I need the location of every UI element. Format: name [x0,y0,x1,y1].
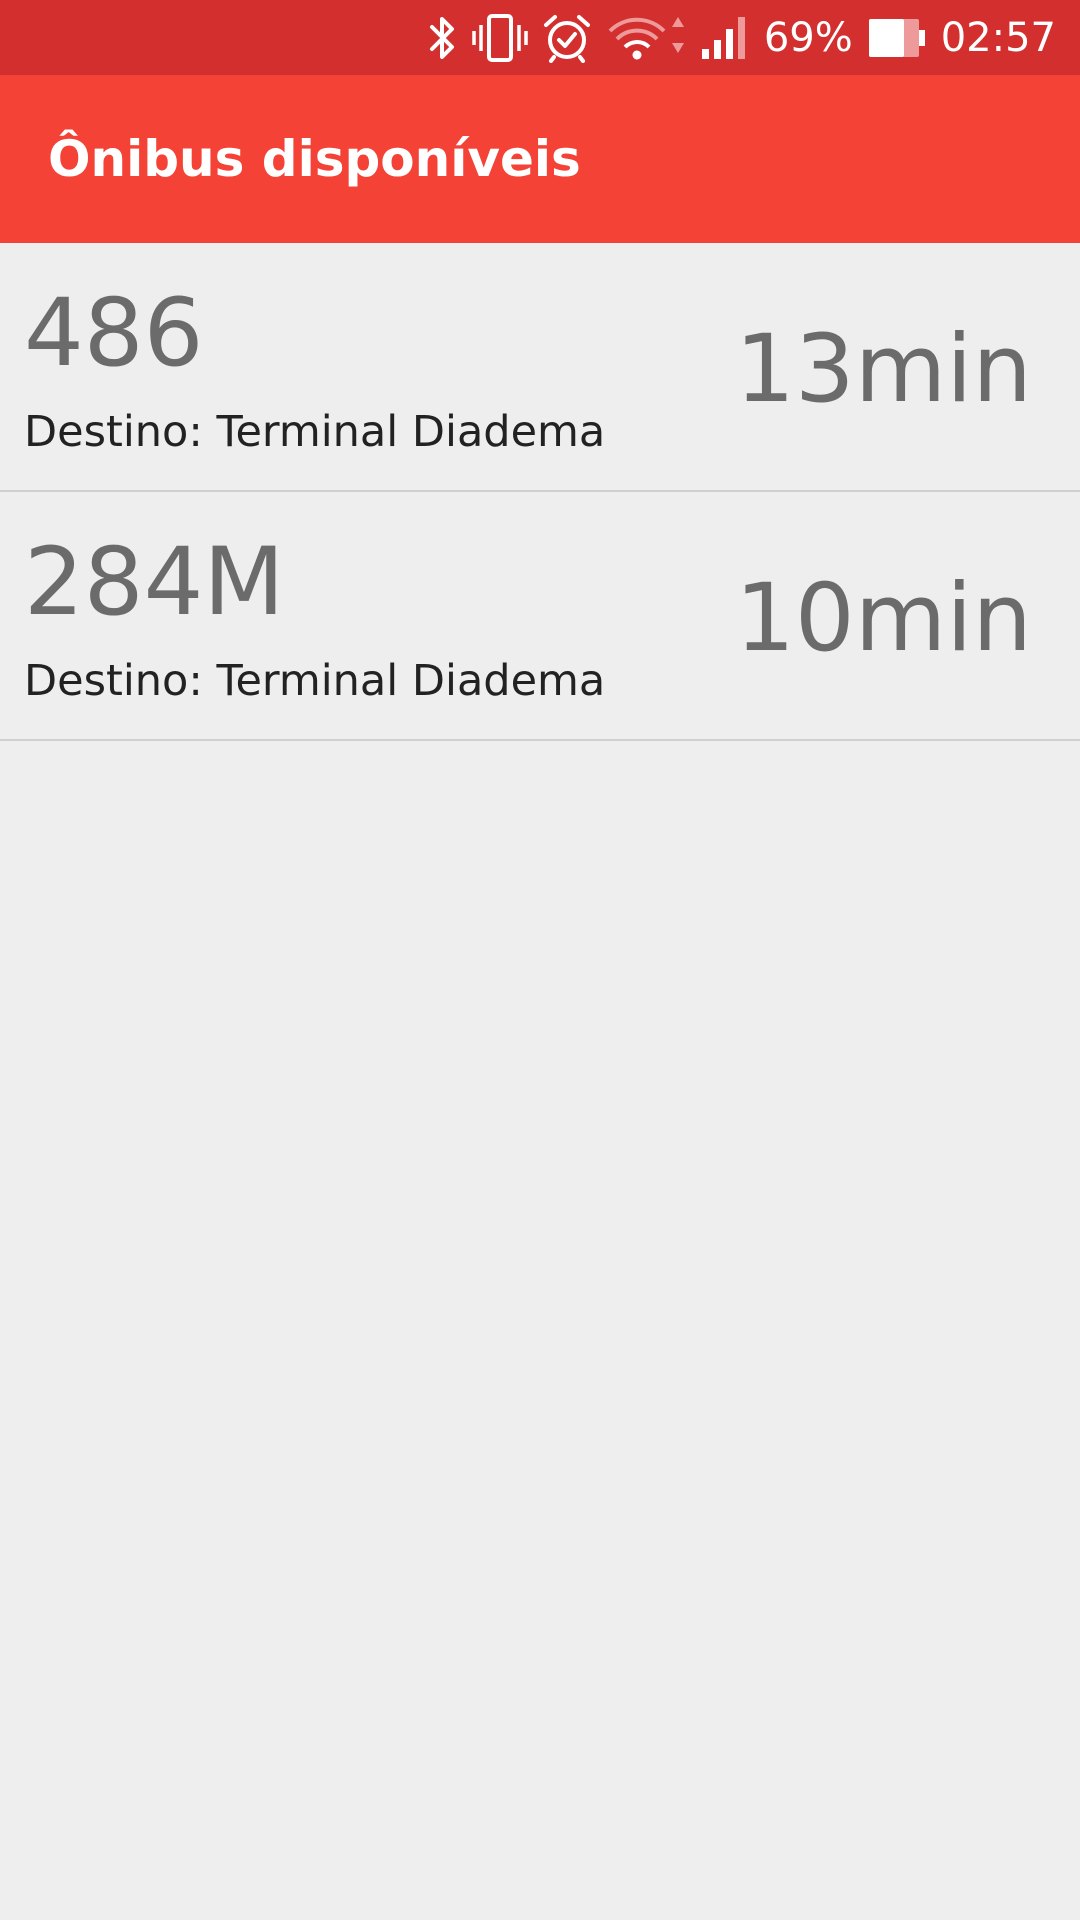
wifi-icon [606,8,686,68]
app-bar: Ônibus disponíveis [0,75,1080,243]
bus-line-number: 284M [24,528,285,637]
battery-percentage: 69% [763,14,853,61]
bluetooth-icon [428,8,458,68]
bus-destination: Destino: Terminal Diadema [24,656,606,706]
bus-list: 486 Destino: Terminal Diadema 13min 284M… [0,243,1080,741]
page-title: Ônibus disponíveis [48,130,581,188]
list-item[interactable]: 284M Destino: Terminal Diadema 10min [0,492,1080,741]
list-item[interactable]: 486 Destino: Terminal Diadema 13min [0,243,1080,492]
status-bar: 69% 02:57 [0,0,1080,75]
bus-destination: Destino: Terminal Diadema [24,407,606,457]
alarm-icon [542,8,592,68]
signal-icon [700,8,750,68]
vibrate-icon [472,8,528,68]
bus-eta: 13min [735,315,1032,424]
bus-eta: 10min [735,564,1032,673]
clock: 02:57 [940,14,1056,61]
battery-icon [867,8,927,68]
bus-line-number: 486 [24,279,204,388]
